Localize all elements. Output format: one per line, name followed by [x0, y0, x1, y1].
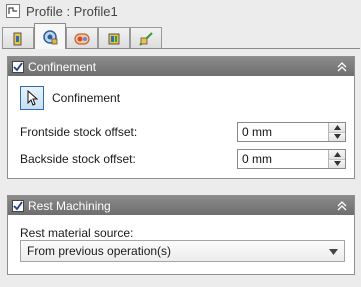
backside-offset-row: Backside stock offset:: [20, 149, 346, 169]
tab-geometry[interactable]: [130, 27, 162, 49]
tab-passes[interactable]: [98, 27, 130, 49]
chevron-down-icon: [329, 244, 338, 258]
spin-up-icon[interactable]: [329, 123, 345, 132]
confinement-select-button[interactable]: [20, 86, 44, 110]
tool-icon: [43, 29, 58, 44]
collapse-icon[interactable]: [336, 61, 348, 73]
rest-source-dropdown[interactable]: From previous operation(s): [20, 240, 345, 262]
tab-machine[interactable]: [2, 27, 34, 49]
checkmark-icon: [13, 61, 23, 71]
profile-icon: [6, 4, 20, 18]
backside-offset-spinner: [237, 149, 346, 169]
frontside-offset-label: Frontside stock offset:: [20, 125, 138, 139]
link-icon: [74, 32, 90, 45]
frontside-offset-row: Frontside stock offset:: [20, 122, 346, 142]
cursor-arrow-icon: [27, 90, 39, 106]
path-icon: [139, 31, 153, 46]
frontside-offset-spinner: [237, 122, 346, 142]
checkmark-icon: [13, 200, 23, 210]
layers-icon: [108, 33, 120, 44]
confinement-checkbox[interactable]: [12, 60, 24, 73]
tab-strip: [2, 23, 162, 49]
window-title: Profile : Profile1: [26, 3, 118, 19]
rest-machining-panel: Rest Machining Rest material source: Fro…: [7, 195, 355, 275]
spin-down-icon[interactable]: [329, 158, 345, 168]
tab-tool[interactable]: [34, 23, 66, 49]
rest-machining-header-label: Rest Machining: [28, 198, 111, 213]
backside-offset-label: Backside stock offset:: [20, 152, 136, 166]
confinement-header-label: Confinement: [28, 59, 97, 74]
machine-icon: [13, 32, 22, 45]
spin-up-icon[interactable]: [329, 150, 345, 159]
confinement-button-label: Confinement: [52, 91, 121, 105]
backside-offset-input[interactable]: [238, 150, 328, 168]
tab-linking[interactable]: [66, 27, 98, 49]
window-title-bar: Profile : Profile1: [0, 0, 361, 22]
spin-down-icon[interactable]: [329, 131, 345, 141]
rest-machining-checkbox[interactable]: [12, 199, 24, 212]
collapse-icon[interactable]: [336, 200, 348, 212]
confinement-panel: Confinement Confinement Frontside stock …: [7, 56, 355, 179]
rest-machining-header[interactable]: Rest Machining: [8, 196, 354, 215]
rest-source-label: Rest material source:: [20, 226, 134, 240]
confinement-header[interactable]: Confinement: [8, 57, 354, 76]
frontside-offset-input[interactable]: [238, 123, 328, 141]
confinement-selection-row: Confinement: [20, 86, 120, 110]
rest-source-value: From previous operation(s): [27, 244, 172, 258]
